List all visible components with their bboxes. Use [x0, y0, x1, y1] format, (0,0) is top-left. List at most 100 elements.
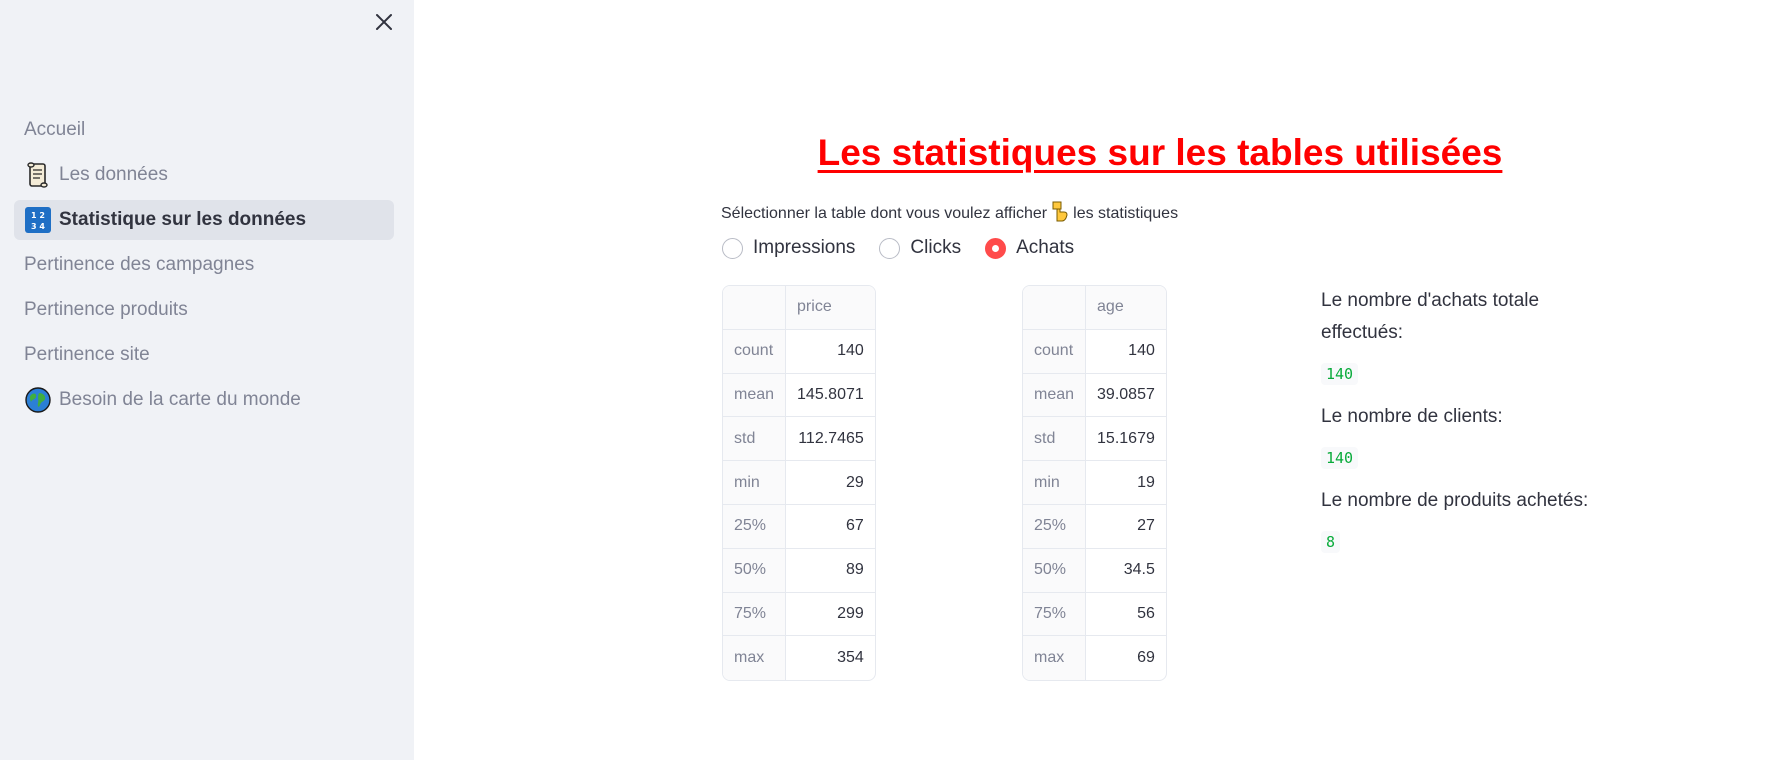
svg-text:3 4: 3 4 [31, 222, 45, 231]
cell-value: 67 [786, 505, 875, 549]
close-icon [376, 14, 392, 30]
sidebar-item-label: Les données [59, 164, 168, 185]
table-row: 25% 67 [723, 504, 875, 549]
table-header-row: price [723, 286, 875, 330]
cell-value: 56 [1086, 593, 1166, 637]
sidebar-item-label: Pertinence des campagnes [24, 254, 255, 275]
numbers-icon: 1 2 3 4 [24, 206, 52, 234]
row-index: count [1023, 329, 1087, 374]
sidebar-item-carte-monde[interactable]: Besoin de la carte du monde [14, 380, 394, 420]
row-index: 50% [723, 548, 787, 593]
row-index: min [723, 461, 787, 505]
sidebar-item-pertinence-site[interactable]: Pertinence site [14, 335, 394, 375]
prompt-text-after: les statistiques [1073, 204, 1179, 222]
table-header-row: age [1023, 286, 1166, 330]
row-index: max [723, 636, 787, 681]
cell-value: 34.5 [1086, 549, 1166, 593]
sidebar-item-label: Statistique sur les données [59, 209, 307, 230]
table-select-prompt: Sélectionner la table dont vous voulez a… [721, 200, 1178, 227]
table-row: max 354 [723, 636, 875, 681]
table-row: 75% 299 [723, 592, 875, 637]
radio-impressions[interactable]: Impressions [722, 237, 855, 259]
row-index: 25% [1023, 504, 1087, 549]
table-row: 25% 27 [1023, 504, 1166, 549]
table-radio-group: Impressions Clicks Achats [722, 237, 1098, 259]
table-row: count 140 [1023, 329, 1166, 374]
cell-value: 15.1679 [1086, 417, 1166, 462]
sidebar-item-label: Pertinence produits [24, 299, 188, 320]
table-row: 75% 56 [1023, 592, 1166, 637]
cell-value: 19 [1086, 461, 1166, 505]
row-index: 75% [723, 592, 787, 637]
sidebar-item-pertinence-campagnes[interactable]: Pertinence des campagnes [14, 245, 394, 285]
table-row: 50% 89 [723, 548, 875, 593]
cell-value: 69 [1137, 649, 1155, 667]
sidebar: Accueil Les données 1 2 3 4 Statistique … [0, 0, 414, 760]
radio-clicks[interactable]: Clicks [879, 237, 961, 259]
sidebar-item-pertinence-produits[interactable]: Pertinence produits [14, 290, 394, 330]
row-index: count [723, 329, 787, 374]
cell-value: 29 [786, 461, 875, 505]
table-corner-cell [1023, 286, 1087, 330]
row-index: 50% [1023, 548, 1087, 593]
table-row: count 140 [723, 329, 875, 374]
row-index: max [1023, 636, 1087, 681]
cell-value: 27 [1086, 505, 1166, 549]
svg-text:1 2: 1 2 [31, 211, 45, 220]
pointing-down-icon [1051, 200, 1069, 227]
cell-value: 145.8071 [786, 374, 875, 418]
clients-count-label: Le nombre de clients: [1321, 406, 1503, 427]
table-row: mean 39.0857 [1023, 373, 1166, 418]
globe-icon [24, 386, 52, 414]
table-row: min 19 [1023, 461, 1166, 505]
sidebar-item-label: Besoin de la carte du monde [59, 389, 301, 410]
column-header: age [1086, 286, 1166, 330]
total-purchases-label: Le nombre d'achats totale effectués: [1321, 290, 1540, 343]
close-sidebar-button[interactable] [368, 6, 400, 38]
row-index: mean [723, 373, 787, 418]
radio-circle[interactable] [722, 237, 743, 259]
cell-value: 39.0857 [1086, 374, 1166, 418]
row-index: mean [1023, 373, 1087, 418]
summary-panel: Le nombre d'achats totale effectués: 140… [1321, 285, 1611, 569]
price-stats-table: price count 140 mean 145.8071 std 112.7465 … [722, 285, 876, 682]
cell-value: 140 [786, 330, 875, 374]
cell-value: 140 [1086, 330, 1166, 374]
radio-achats[interactable]: Achats [985, 237, 1074, 259]
row-index: 25% [723, 504, 787, 549]
row-index: 75% [1023, 592, 1087, 637]
table-row: mean 145.8071 [723, 373, 875, 418]
sidebar-item-les-donnees[interactable]: Les données [14, 155, 394, 195]
scroll-icon [24, 161, 52, 189]
table-row: std 112.7465 [723, 417, 875, 462]
sidebar-item-label: Accueil [24, 119, 86, 140]
age-stats-table: age count 140 mean 39.0857 std 15.1679 min 1… [1022, 285, 1167, 682]
cell-value: 299 [786, 593, 875, 637]
table-row: min 29 [723, 461, 875, 505]
sidebar-item-accueil[interactable]: Accueil [14, 110, 394, 150]
products-count-value: 8 [1321, 531, 1341, 553]
column-header: price [786, 286, 875, 330]
sidebar-item-label: Pertinence site [24, 344, 150, 365]
table-row: max 69 [1023, 636, 1166, 681]
row-index: std [723, 417, 787, 462]
table-row: std 15.1679 [1023, 417, 1166, 462]
radio-label: Clicks [910, 237, 962, 258]
radio-label: Achats [1016, 237, 1075, 258]
cell-value: 112.7465 [786, 417, 875, 462]
sidebar-item-statistique[interactable]: 1 2 3 4 Statistique sur les données [14, 200, 394, 240]
page-title: Les statistiques sur les tables utilisée… [817, 132, 1503, 173]
prompt-text-before: Sélectionner la table dont vous voulez a… [721, 204, 1048, 222]
table-corner-cell [723, 286, 787, 330]
table-row: 50% 34.5 [1023, 548, 1166, 593]
radio-circle-selected[interactable] [985, 237, 1007, 259]
total-purchases-value: 140 [1321, 363, 1359, 385]
row-index: std [1023, 417, 1087, 462]
radio-label: Impressions [753, 237, 856, 258]
sidebar-nav: Accueil Les données 1 2 3 4 Statistique … [14, 110, 394, 425]
clients-count-value: 140 [1321, 447, 1359, 469]
radio-circle[interactable] [879, 237, 901, 259]
row-index: min [1023, 461, 1087, 505]
products-count-label: Le nombre de produits achetés: [1321, 490, 1589, 511]
cell-value: 89 [786, 549, 875, 593]
